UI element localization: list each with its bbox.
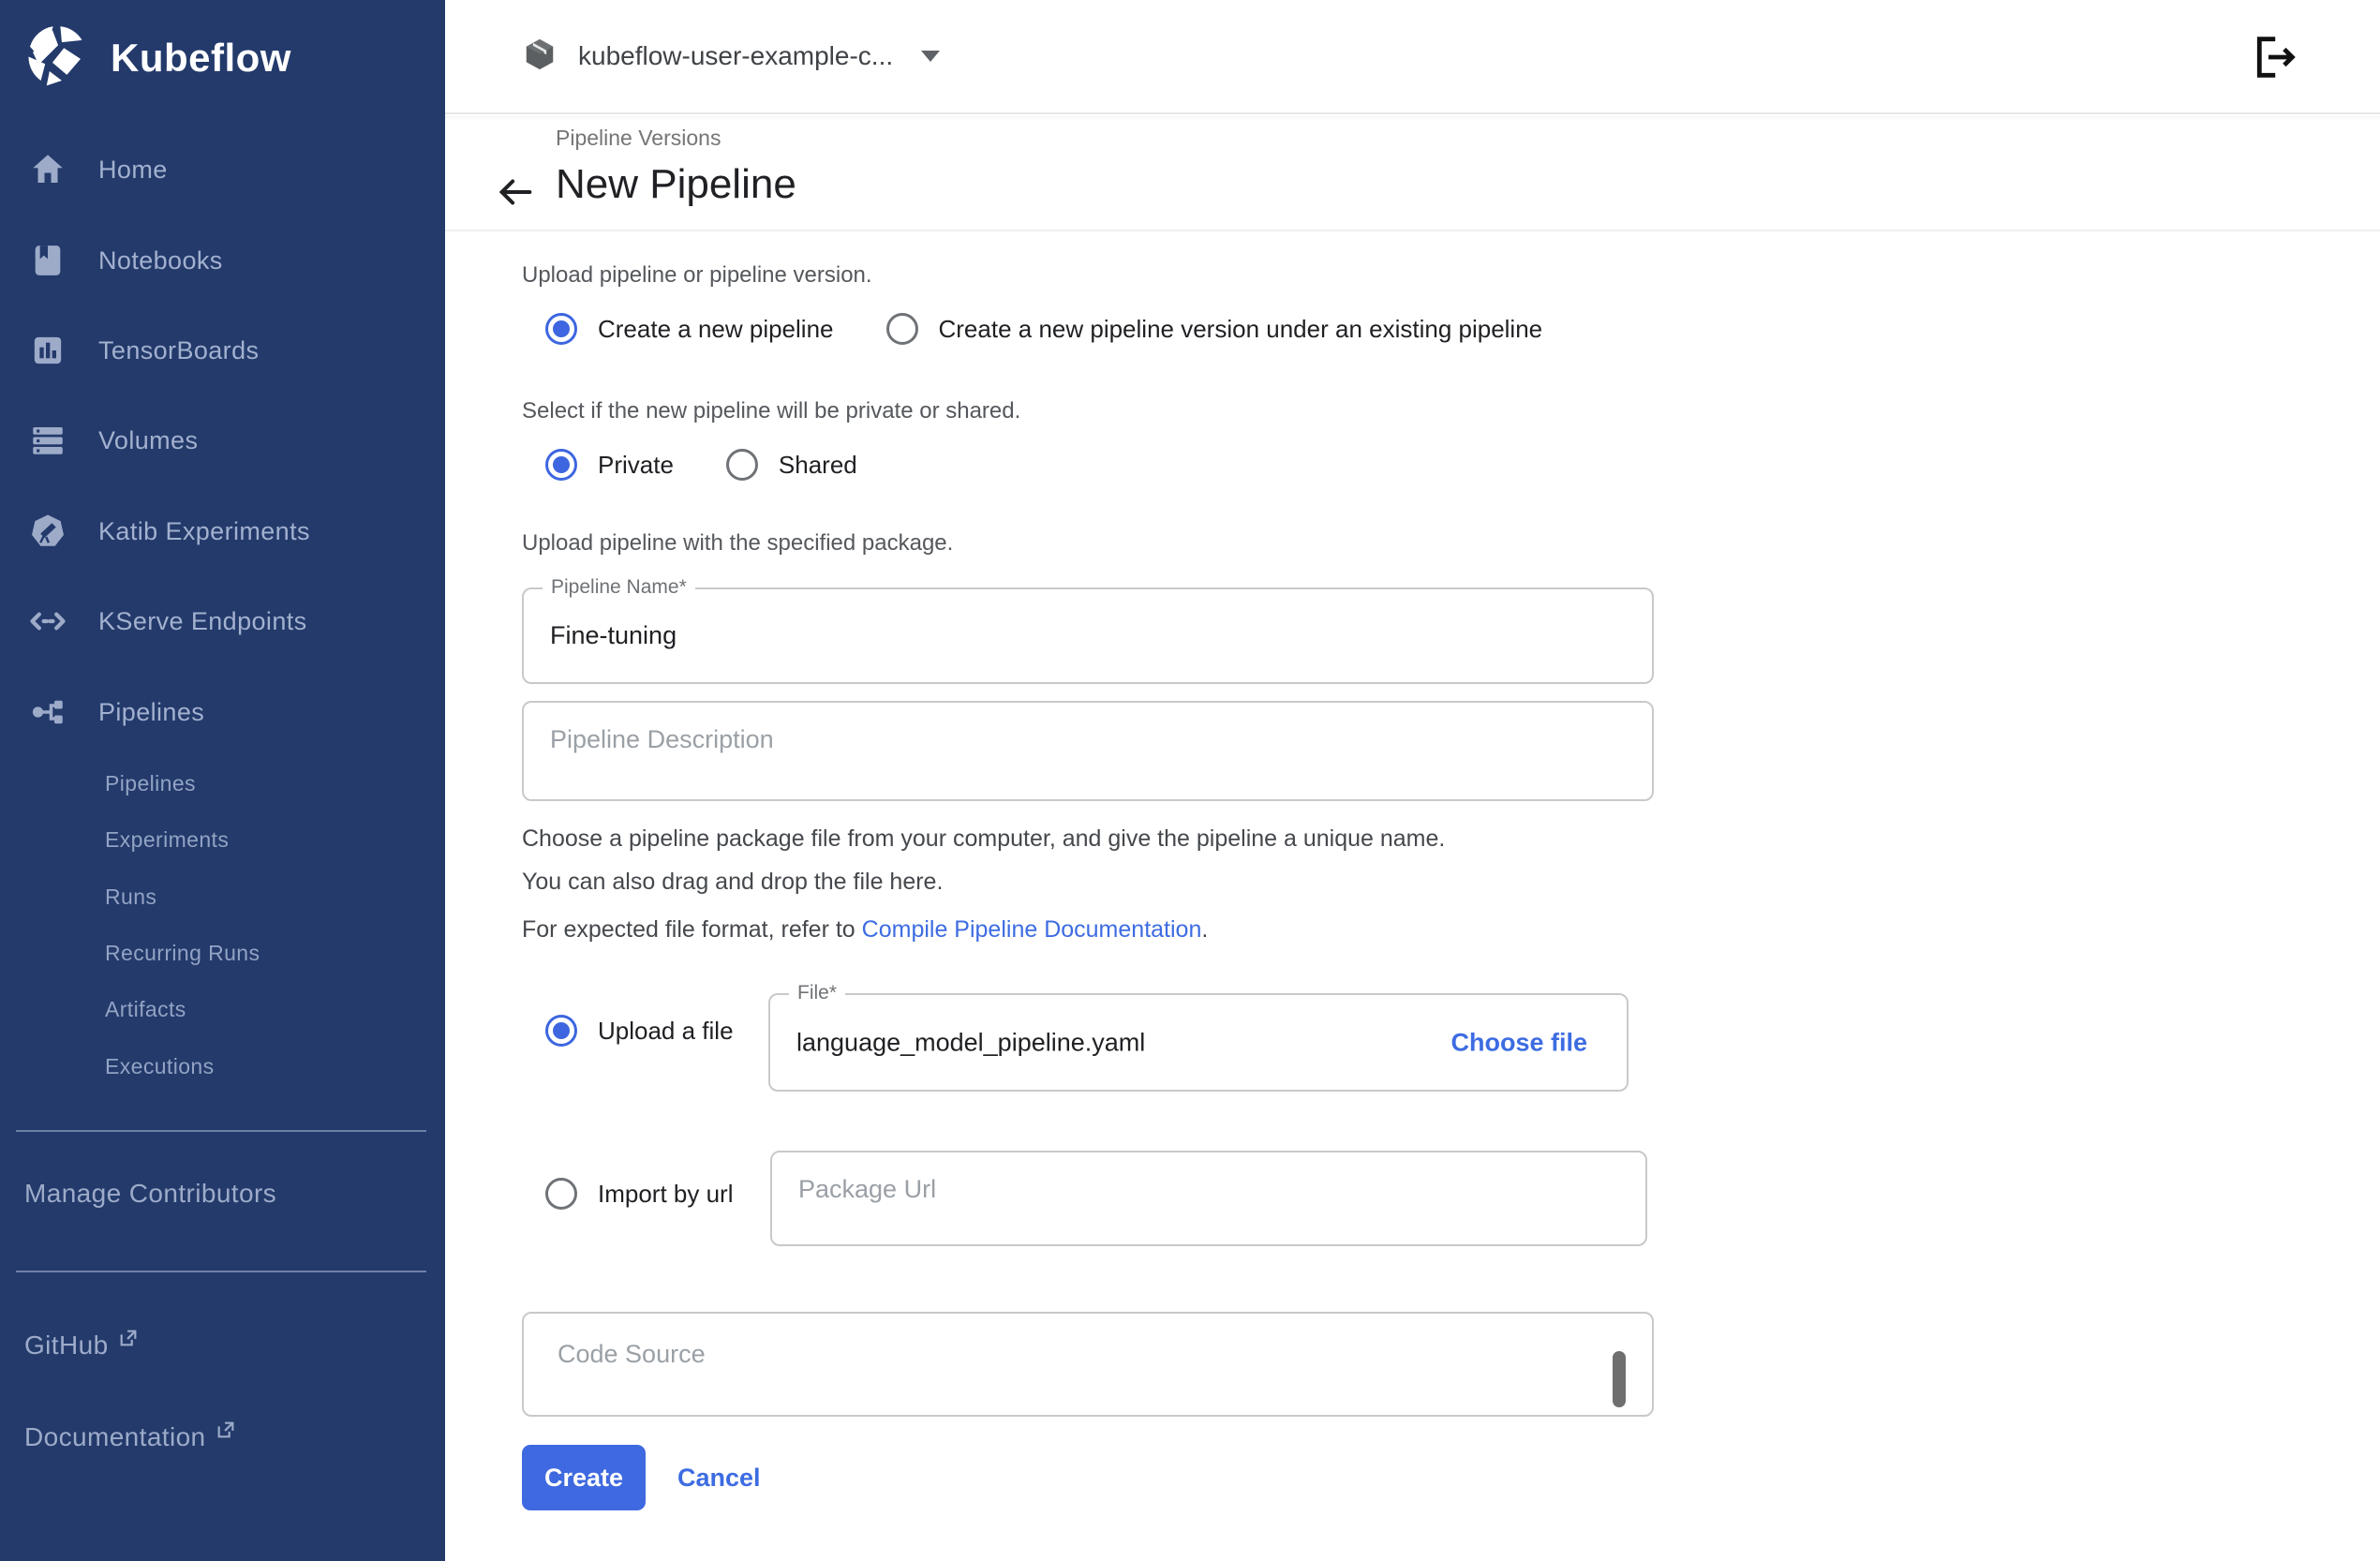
breadcrumb[interactable]: Pipeline Versions [556,126,721,151]
code-source-input[interactable] [524,1314,1652,1415]
radio-upload-a-file[interactable]: Upload a file [545,1015,734,1047]
visibility-hint: Select if the new pipeline will be priva… [522,398,1020,424]
sidebar-item-kserve[interactable]: KServe Endpoints [0,597,445,646]
volumes-icon [26,419,69,462]
pipeline-type-radio-group: Create a new pipeline Create a new pipel… [545,313,1542,345]
pipeline-description-input[interactable] [524,703,1652,799]
create-button[interactable]: Create [522,1445,646,1510]
namespace-cube-icon [522,37,558,77]
katib-experiments-icon [26,510,69,553]
package-hint: Upload pipeline with the specified packa… [522,530,953,557]
home-icon [26,148,69,191]
upload-hint: Upload pipeline or pipeline version. [522,262,872,289]
radio-create-new-pipeline[interactable]: Create a new pipeline [545,313,834,345]
page-header: Pipeline Versions New Pipeline [445,116,2380,231]
sidebar-link-github[interactable]: GitHub [24,1331,139,1360]
code-source-field [522,1312,1654,1417]
package-url-input[interactable] [772,1152,1645,1244]
sidebar-link-documentation[interactable]: Documentation [24,1422,236,1452]
visibility-radio-group: Private Shared [545,449,857,481]
sidebar-item-manage-contributors[interactable]: Manage Contributors [24,1179,276,1209]
radio-private[interactable]: Private [545,449,674,481]
choose-file-hint: Choose a pipeline package file from your… [522,817,1445,903]
sidebar-divider [16,1130,426,1132]
bar-chart-icon [26,329,69,372]
kubeflow-pipelines-page: Kubeflow Home Notebooks TensorBoards [0,0,2380,1561]
kubeflow-logo[interactable]: Kubeflow [21,21,291,95]
radio-import-by-url[interactable]: Import by url [545,1178,734,1210]
main-area: kubeflow-user-example-c... Pipeline Vers… [445,0,2380,1561]
radio-selected-icon [545,313,577,345]
brand-name: Kubeflow [111,36,291,81]
pipeline-description-field [522,701,1654,801]
sidebar-item-pipelines[interactable]: Pipelines [0,688,445,736]
namespace-name: kubeflow-user-example-c... [578,41,893,71]
top-bar: kubeflow-user-example-c... [445,0,2380,114]
chevron-down-icon [921,51,940,62]
external-link-icon [216,1417,236,1447]
sidebar: Kubeflow Home Notebooks TensorBoards [0,0,445,1561]
pipeline-name-field: Pipeline Name* [522,587,1654,684]
new-pipeline-form: Upload pipeline or pipeline version. Cre… [445,233,2380,1561]
package-url-field [770,1151,1647,1246]
compile-pipeline-documentation-link[interactable]: Compile Pipeline Documentation [862,916,1202,943]
radio-selected-icon [545,1015,577,1047]
back-arrow-button[interactable] [494,171,537,214]
scrollbar-thumb[interactable] [1613,1351,1626,1407]
external-link-icon [118,1325,139,1355]
pipelines-icon [26,691,69,734]
sidebar-item-tensorboards[interactable]: TensorBoards [0,326,445,375]
radio-selected-icon [545,449,577,481]
choose-file-button[interactable]: Choose file [1450,1028,1587,1057]
file-format-hint: For expected file format, refer to Compi… [522,908,1208,951]
sidebar-item-notebooks[interactable]: Notebooks [0,236,445,285]
page-title: New Pipeline [556,161,796,208]
file-field: File* language_model_pipeline.yaml Choos… [768,993,1629,1092]
sidebar-subitem-experiments[interactable]: Experiments [105,819,229,860]
radio-unselected-icon [545,1178,577,1210]
sidebar-divider [16,1271,426,1272]
logout-button[interactable] [2247,30,2301,84]
sidebar-item-volumes[interactable]: Volumes [0,416,445,465]
cancel-button[interactable]: Cancel [677,1445,761,1510]
radio-unselected-icon [726,449,758,481]
radio-create-pipeline-version[interactable]: Create a new pipeline version under an e… [886,313,1543,345]
notebook-icon [26,239,69,282]
sidebar-subitem-executions[interactable]: Executions [105,1046,215,1087]
namespace-selector[interactable]: kubeflow-user-example-c... [522,0,940,112]
kserve-endpoints-icon [26,600,69,643]
pipeline-name-input[interactable] [524,589,1652,682]
sidebar-subitem-runs[interactable]: Runs [105,876,156,917]
radio-shared[interactable]: Shared [726,449,857,481]
sidebar-subitem-artifacts[interactable]: Artifacts [105,989,186,1030]
sidebar-subitem-recurring-runs[interactable]: Recurring Runs [105,932,260,974]
kubeflow-logo-icon [21,21,90,95]
sidebar-item-home[interactable]: Home [0,145,445,194]
radio-unselected-icon [886,313,918,345]
sidebar-item-katib[interactable]: Katib Experiments [0,507,445,556]
file-name-value: language_model_pipeline.yaml [796,1028,1145,1057]
sidebar-subitem-pipelines[interactable]: Pipelines [105,763,196,804]
file-label: File* [789,982,845,1004]
